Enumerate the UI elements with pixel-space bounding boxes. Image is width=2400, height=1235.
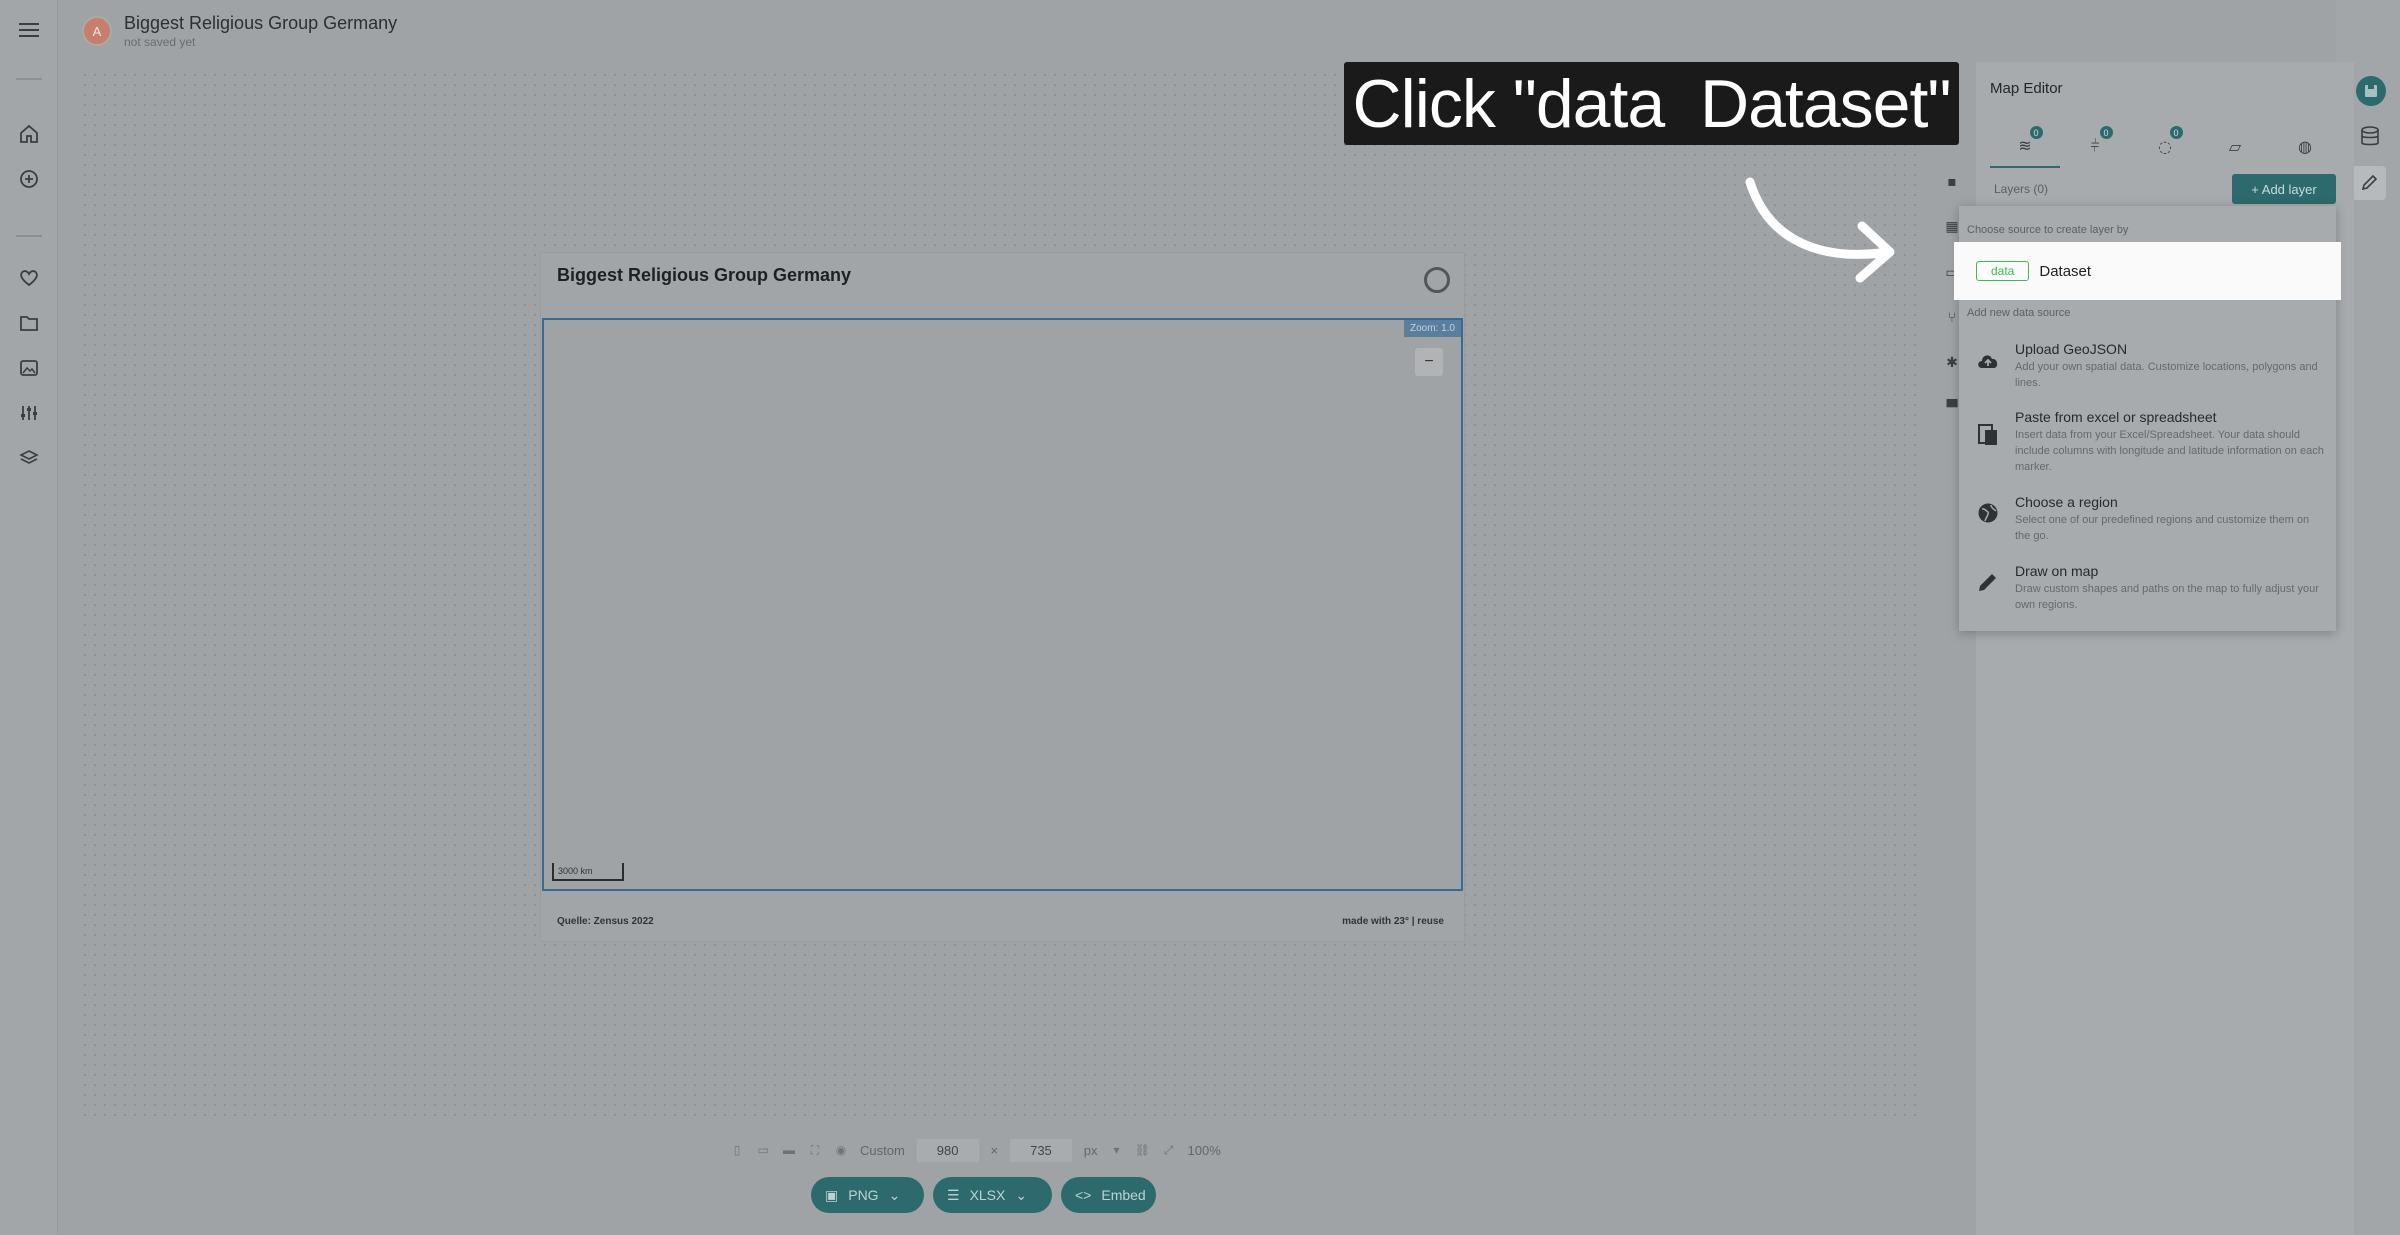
size-toolbar: ▯ ▭ ▬ ⛶ ◉ Custom 980 × 735 px ▾ ⛓ ⤢ 100% <box>730 1138 1221 1162</box>
add-circle-icon[interactable] <box>17 167 41 191</box>
home-icon[interactable] <box>17 122 41 146</box>
folder-icon[interactable] <box>17 311 41 335</box>
paste-spreadsheet-option[interactable]: Paste from excel or spreadsheet Insert d… <box>1975 409 2325 483</box>
dataset-option[interactable]: data Dataset <box>1954 242 2341 300</box>
map-card: Biggest Religious Group Germany Zoom: 1.… <box>541 253 1464 941</box>
made-with-credit[interactable]: made with 23° | reuse <box>1342 916 1444 927</box>
new-source-heading: Add new data source <box>1967 307 2071 319</box>
zoom-level-badge: Zoom: 1.0 <box>1403 320 1461 337</box>
layers-icon: ≋ <box>2018 135 2032 155</box>
option-description: Select one of our predefined regions and… <box>2015 514 2310 542</box>
brand-logo-icon <box>1424 267 1450 293</box>
tab-count: 0 <box>2099 126 2113 139</box>
database-icon[interactable] <box>2360 126 2382 148</box>
project-avatar[interactable]: A <box>82 16 112 46</box>
heart-icon[interactable] <box>17 266 41 290</box>
zoom-percent: 100% <box>1187 1142 1221 1158</box>
option-description: Add your own spatial data. Customize loc… <box>2015 361 2318 389</box>
draw-on-map-option[interactable]: Draw on map Draw custom shapes and paths… <box>1975 563 2325 621</box>
add-layer-dropdown: Choose source to create layer by data Da… <box>1954 206 2341 631</box>
code-icon: <> <box>1075 1187 1092 1203</box>
pencil-icon <box>1975 569 2001 595</box>
layers-stack-icon[interactable] <box>17 446 41 470</box>
tab-filters[interactable]: ⫩ 0 <box>2060 124 2130 168</box>
chevron-down-icon[interactable]: ⌄ <box>1015 1187 1027 1204</box>
marker-icon: ◌ <box>2158 136 2172 156</box>
cloud-upload-icon <box>1975 347 2001 373</box>
export-xlsx-button[interactable]: ☰ XLSX ⌄ <box>933 1177 1052 1213</box>
scale-bar: 3000 km <box>552 863 624 881</box>
nav-divider <box>16 78 42 80</box>
map-icon: ▱ <box>2228 136 2242 156</box>
editor-title: Map Editor <box>1990 80 2063 97</box>
choose-source-heading: Choose source to create layer by <box>1967 224 2129 236</box>
map-viewport[interactable]: Zoom: 1.0 − 3000 km <box>542 318 1463 891</box>
tab-layers[interactable]: ≋ 0 <box>1990 124 2060 168</box>
sliders-icon[interactable] <box>17 401 41 425</box>
hamburger-menu-icon[interactable] <box>17 18 41 42</box>
tab-count: 0 <box>2029 126 2043 139</box>
add-layer-button[interactable]: + Add layer <box>2232 174 2336 204</box>
scale-icon[interactable]: ⤢ <box>1162 1143 1176 1157</box>
tab-count: 0 <box>2169 126 2183 139</box>
globe-icon <box>1975 500 2001 526</box>
phone-portrait-icon[interactable]: ▯ <box>730 1143 744 1157</box>
editor-tabs: ≋ 0 ⫩ 0 ◌ 0 ▱ ◍ <box>1990 124 2340 168</box>
zoom-out-button[interactable]: − <box>1415 348 1443 376</box>
png-label: PNG <box>848 1187 879 1203</box>
map-title[interactable]: Biggest Religious Group Germany <box>557 265 851 286</box>
filter-icon: ⫩ <box>2090 136 2100 155</box>
comment-icon[interactable]: ▪ <box>1941 171 1963 193</box>
pencil-icon[interactable] <box>2352 166 2386 200</box>
times-sign: × <box>990 1142 999 1158</box>
image-icon: ▣ <box>825 1186 839 1203</box>
size-preset-label[interactable]: Custom <box>860 1143 905 1158</box>
option-title: Choose a region <box>2015 494 2118 510</box>
tab-markers[interactable]: ◌ 0 <box>2130 124 2200 168</box>
chevron-down-icon[interactable]: ⌄ <box>889 1187 901 1204</box>
unit-select[interactable]: px <box>1084 1143 1098 1158</box>
custom-size-icon: ◉ <box>835 1143 847 1157</box>
laptop-icon[interactable]: ▬ <box>782 1143 796 1157</box>
choose-region-option[interactable]: Choose a region Select one of our predef… <box>1975 494 2325 552</box>
tablet-icon[interactable]: ▭ <box>756 1143 770 1157</box>
option-title: Draw on map <box>2015 563 2099 579</box>
upload-geojson-option[interactable]: Upload GeoJSON Add your own spatial data… <box>1975 341 2325 399</box>
image-icon[interactable] <box>17 356 41 380</box>
export-png-button[interactable]: ▣ PNG ⌄ <box>811 1177 924 1213</box>
data-tag: data <box>1976 261 2030 281</box>
height-input[interactable]: 735 <box>1010 1138 1072 1162</box>
tutorial-arrow-icon <box>1745 177 1895 283</box>
save-status: not saved yet <box>124 35 196 49</box>
option-title: Paste from excel or spreadsheet <box>2015 409 2217 425</box>
option-description: Draw custom shapes and paths on the map … <box>2015 583 2319 611</box>
left-nav-rail <box>0 0 58 1235</box>
tab-globe[interactable]: ◍ <box>2270 124 2340 168</box>
option-title: Upload GeoJSON <box>2015 341 2128 357</box>
nav-divider <box>16 235 42 237</box>
embed-label: Embed <box>1101 1187 1146 1203</box>
document-title[interactable]: Biggest Religious Group Germany <box>124 13 397 34</box>
tutorial-instruction: Click "data Dataset" <box>1344 62 1959 145</box>
avatar-letter: A <box>92 23 102 39</box>
layers-count-label: Layers (0) <box>1994 182 2049 196</box>
fullscreen-icon[interactable]: ⛶ <box>808 1143 822 1157</box>
map-source[interactable]: Quelle: Zensus 2022 <box>557 916 654 927</box>
xlsx-label: XLSX <box>969 1187 1006 1203</box>
width-input[interactable]: 980 <box>916 1138 979 1162</box>
database-icon: ☰ <box>947 1186 960 1203</box>
globe-icon: ◍ <box>2298 136 2312 156</box>
clipboard-icon <box>1975 421 2001 447</box>
option-description: Insert data from your Excel/Spreadsheet.… <box>2015 429 2324 473</box>
save-icon[interactable] <box>2356 76 2386 106</box>
chevron-down-icon[interactable]: ▾ <box>1110 1143 1124 1157</box>
tab-map[interactable]: ▱ <box>2200 124 2270 168</box>
embed-button[interactable]: <> Embed <box>1061 1177 1156 1213</box>
dataset-label: Dataset <box>2039 262 2092 280</box>
link-icon[interactable]: ⛓ <box>1135 1143 1150 1157</box>
